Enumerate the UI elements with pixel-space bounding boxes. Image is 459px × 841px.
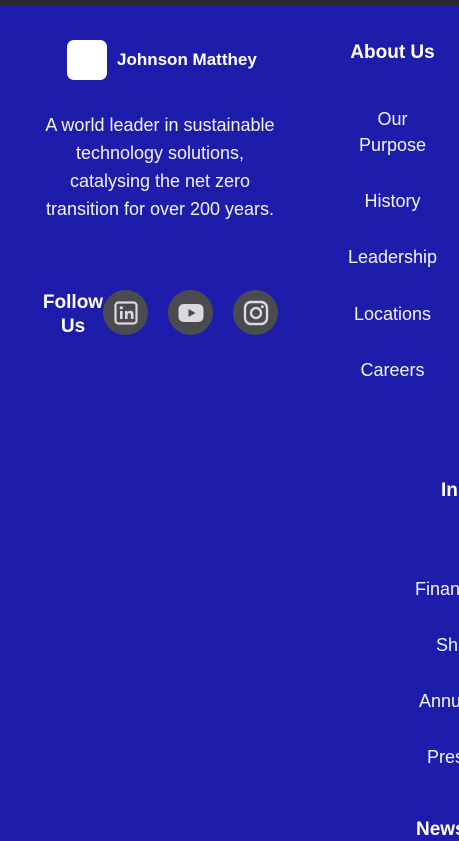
about-us-heading: About Us <box>350 42 435 63</box>
brand-name: Johnson Matthey <box>117 50 257 69</box>
instagram-icon <box>243 300 268 325</box>
linkedin-icon <box>113 300 138 325</box>
youtube-icon <box>178 303 203 322</box>
about-link-locations[interactable]: Locations <box>330 301 455 327</box>
about-link-history[interactable]: History <box>330 188 455 214</box>
follow-us-label: Follow Us <box>42 292 104 337</box>
investors-link-press[interactable]: Pres <box>427 744 459 770</box>
brand[interactable]: Johnson Matthey <box>67 40 257 80</box>
linkedin-button[interactable] <box>103 290 148 335</box>
about-link-our-purpose[interactable]: Our Purpose <box>358 106 428 158</box>
about-link-careers[interactable]: Careers <box>330 357 455 383</box>
news-heading: News <box>416 819 459 840</box>
investors-link-annual[interactable]: Annu <box>419 688 459 714</box>
footer: Johnson Matthey A world leader in sustai… <box>0 6 459 840</box>
brand-tagline: A world leader in sustainable technology… <box>45 115 275 219</box>
about-link-leadership[interactable]: Leadership <box>330 244 455 270</box>
investors-link-share[interactable]: Sha <box>436 632 459 658</box>
youtube-button[interactable] <box>168 290 213 335</box>
investors-link-financial[interactable]: Finan <box>415 576 459 602</box>
instagram-button[interactable] <box>233 290 278 335</box>
investors-heading: In <box>441 480 458 501</box>
about-us-column: About Us Our Purpose History Leadership … <box>330 40 455 380</box>
brand-logo <box>67 40 107 80</box>
